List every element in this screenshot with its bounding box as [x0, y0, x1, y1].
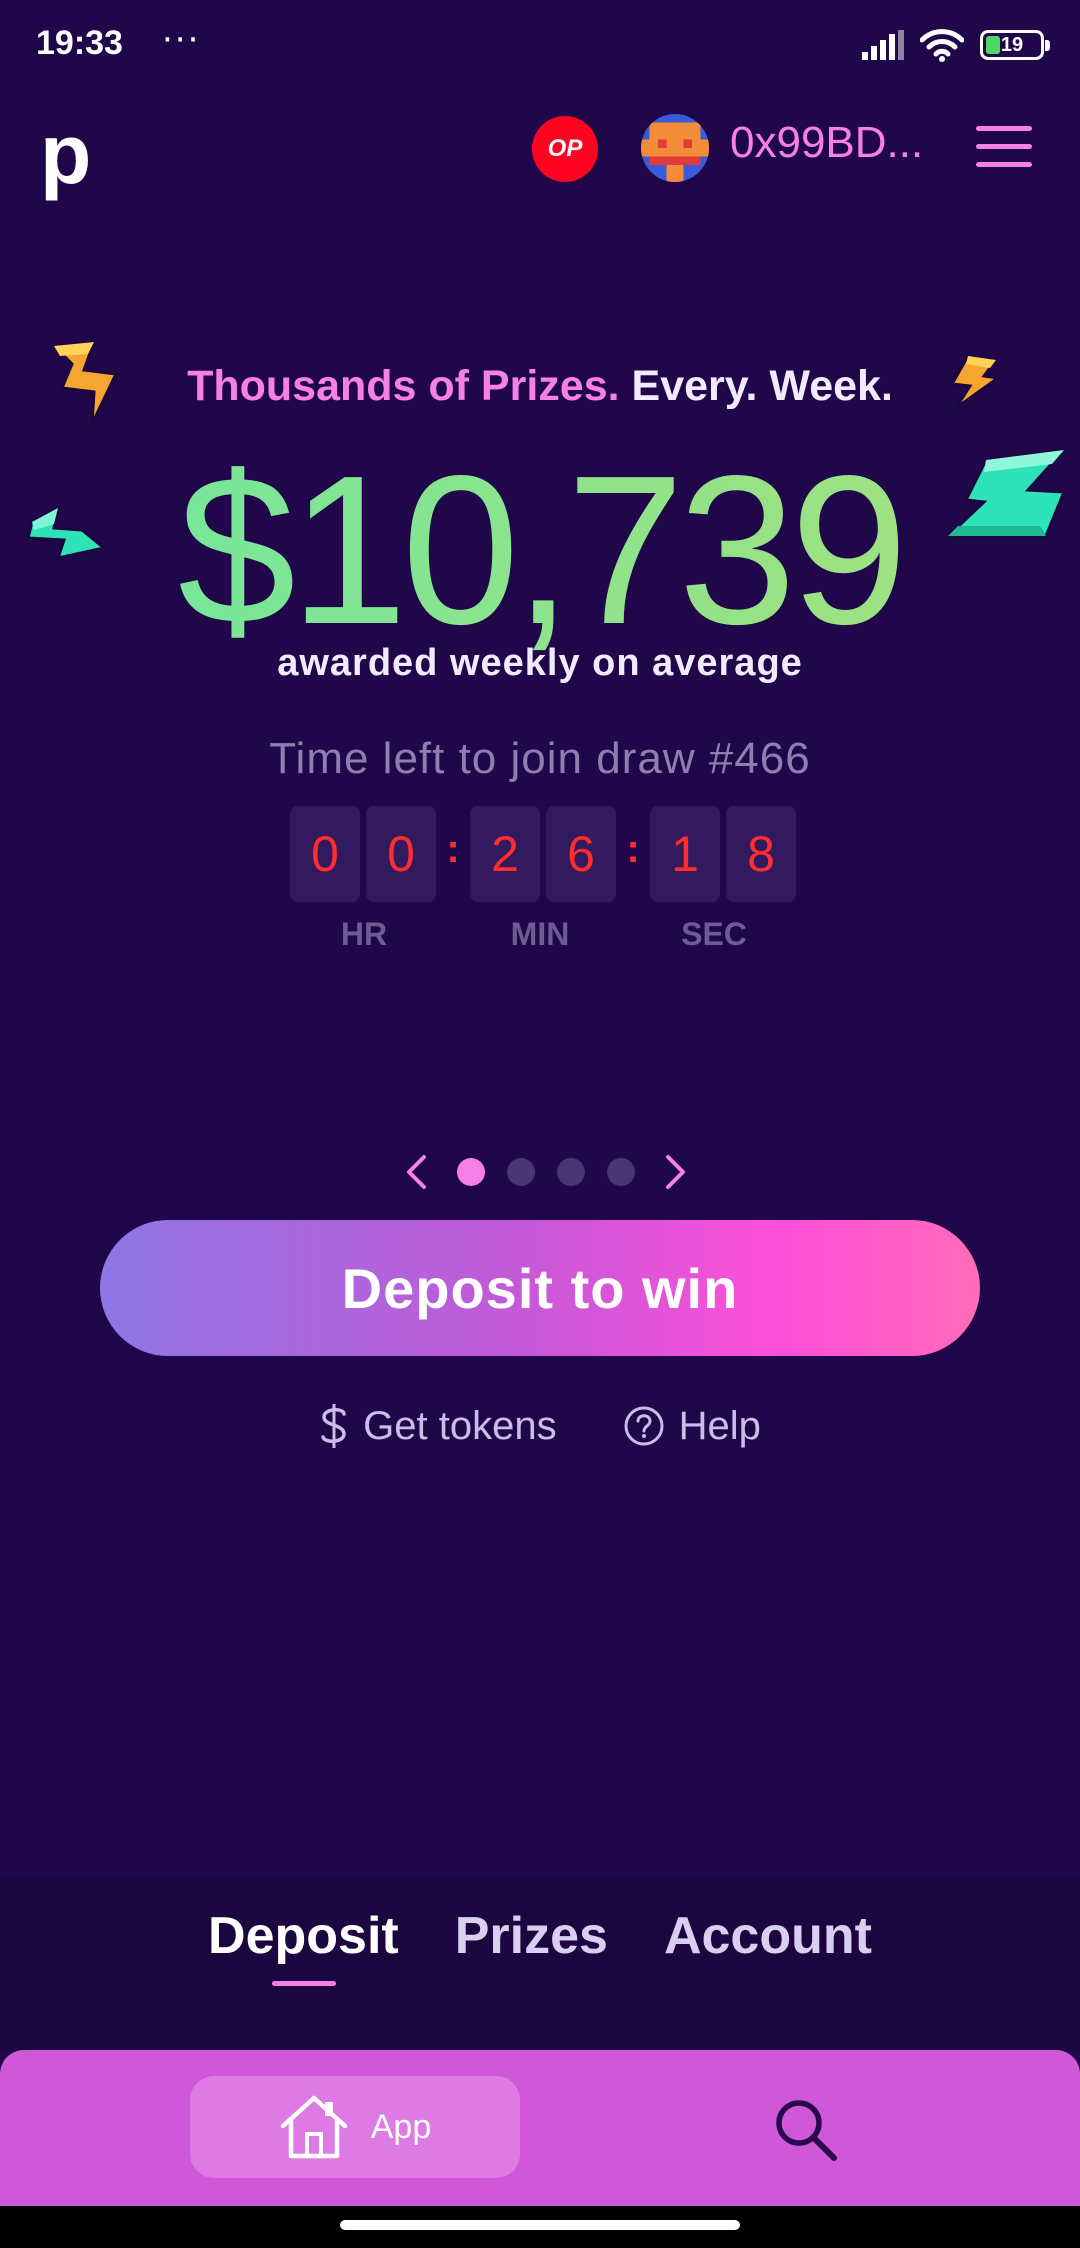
help-link[interactable]: Help	[623, 1402, 761, 1450]
prize-amount: $10,739	[0, 430, 1080, 670]
status-time: 19:33	[36, 24, 123, 62]
tab-list: Deposit Prizes Account	[0, 1906, 1080, 1986]
chevron-left-icon[interactable]	[396, 1152, 436, 1192]
wallet-address[interactable]: 0x99BD...	[730, 118, 923, 168]
wifi-icon	[920, 29, 964, 62]
battery-level: 19	[1000, 33, 1024, 56]
tagline: Thousands of Prizes. Every. Week.	[0, 362, 1080, 411]
tab-deposit[interactable]: Deposit	[208, 1906, 399, 1986]
status-indicators: 19	[862, 28, 1050, 62]
tab-account[interactable]: Account	[664, 1906, 872, 1966]
countdown-digit-hr-2: 0	[366, 806, 436, 902]
question-circle-icon	[624, 1406, 664, 1446]
amount-caption: awarded weekly on average	[277, 642, 803, 684]
home-indicator[interactable]	[340, 2220, 740, 2230]
countdown-unit-hr: HR	[340, 916, 388, 952]
countdown-separator: :	[446, 826, 460, 871]
tagline-rest: Every. Week.	[631, 362, 893, 410]
countdown-digit-hr-1: 0	[290, 806, 360, 902]
carousel-dot[interactable]	[607, 1158, 635, 1186]
secondary-links: Get tokens Help	[0, 1402, 1080, 1450]
chevron-right-icon[interactable]	[656, 1152, 696, 1192]
carousel-dot[interactable]	[557, 1158, 585, 1186]
carousel-pagination	[396, 1152, 696, 1192]
countdown-unit-min: MIN	[510, 916, 570, 952]
tab-prizes[interactable]: Prizes	[455, 1906, 608, 1966]
carousel-dot[interactable]	[507, 1158, 535, 1186]
status-more-dots: ···	[162, 20, 201, 60]
battery-icon: 19	[980, 30, 1050, 60]
home-icon	[280, 2095, 347, 2159]
hamburger-menu-icon[interactable]	[976, 126, 1032, 170]
help-label: Help	[678, 1403, 761, 1448]
countdown-digit-sec-1: 1	[650, 806, 720, 902]
browser-toolbar	[0, 2050, 1080, 2206]
countdown-separator: :	[626, 826, 640, 871]
network-badge[interactable]: OP	[532, 116, 598, 182]
countdown-unit-sec: SEC	[681, 916, 747, 952]
tagline-highlight: Thousands of Prizes.	[187, 362, 620, 410]
countdown-digit-sec-2: 8	[726, 806, 796, 902]
get-tokens-label: Get tokens	[363, 1403, 557, 1448]
app-label: App	[370, 2107, 432, 2146]
carousel-dot[interactable]	[457, 1158, 485, 1186]
search-icon[interactable]	[770, 2094, 840, 2164]
draw-countdown-label: Time left to join draw #466	[269, 734, 811, 783]
avatar[interactable]	[641, 114, 709, 182]
countdown-digit-min-1: 2	[470, 806, 540, 902]
app-logo[interactable]: p	[40, 112, 91, 196]
deposit-to-win-button[interactable]: Deposit to win	[100, 1220, 980, 1356]
countdown-digit-min-2: 6	[546, 806, 616, 902]
app-home-button[interactable]: App	[190, 2076, 520, 2178]
dollar-icon	[321, 1404, 346, 1448]
countdown-timer: 0 0 : 2 6 : 1 8	[290, 806, 802, 902]
signal-icon	[862, 30, 904, 60]
get-tokens-link[interactable]: Get tokens	[319, 1402, 557, 1450]
